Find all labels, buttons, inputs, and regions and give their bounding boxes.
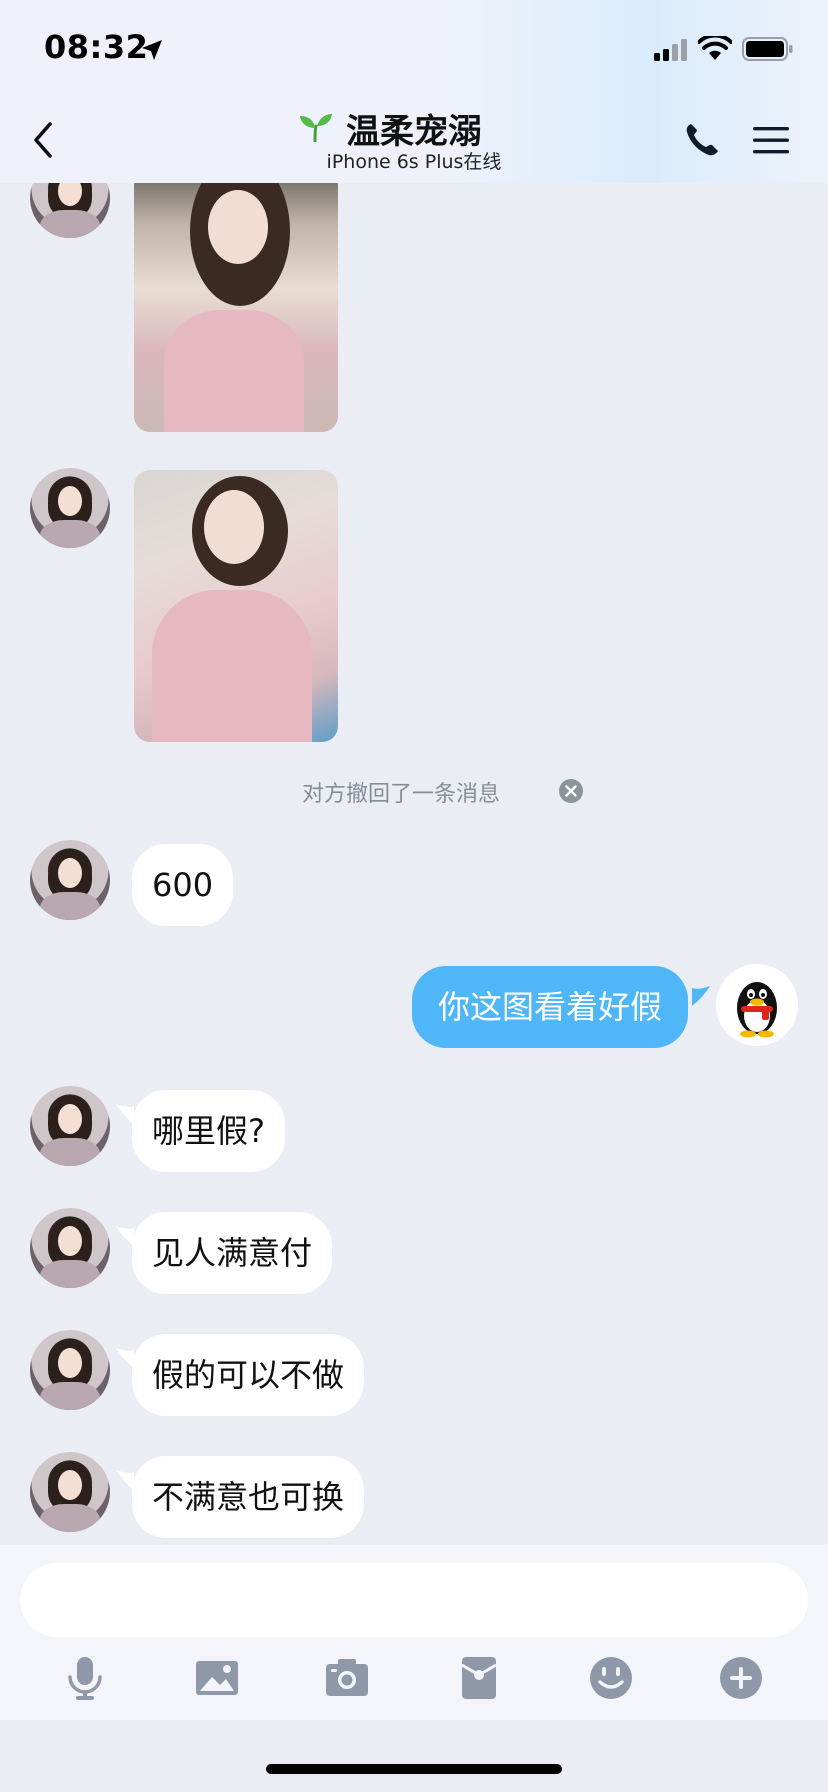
cellular-signal-icon <box>654 39 687 61</box>
contact-avatar[interactable] <box>30 840 110 920</box>
status-time: 08:32 <box>44 28 149 66</box>
my-avatar[interactable] <box>716 964 798 1046</box>
contact-avatar[interactable] <box>30 1208 110 1288</box>
emoji-icon[interactable] <box>588 1655 634 1701</box>
message-bubble[interactable]: 哪里假? <box>132 1090 285 1172</box>
location-arrow-icon <box>142 40 162 60</box>
chat-screen: 对方撤回了一条消息 600 你这图看着好假 哪里假? 见人满意付 假的可以不做 … <box>0 0 828 1792</box>
menu-icon[interactable] <box>752 124 790 156</box>
penguin-icon <box>737 982 777 1038</box>
recall-notice: 对方撤回了一条消息 <box>302 782 501 807</box>
bottom-safe-area <box>0 1720 828 1792</box>
contact-avatar[interactable] <box>30 468 110 548</box>
contact-avatar[interactable] <box>30 1330 110 1410</box>
close-icon[interactable] <box>558 778 584 804</box>
plus-icon[interactable] <box>718 1655 764 1701</box>
image-icon[interactable] <box>194 1655 240 1701</box>
contact-avatar[interactable] <box>30 1086 110 1166</box>
battery-icon <box>742 37 793 61</box>
composer <box>0 1545 828 1720</box>
header: 08:32 温柔宠溺 iPhone 6s Plus在线 <box>0 0 828 183</box>
message-bubble[interactable]: 假的可以不做 <box>132 1334 365 1416</box>
contact-avatar[interactable] <box>30 1452 110 1532</box>
message-bubble[interactable]: 不满意也可换 <box>132 1456 365 1538</box>
bubble-tail <box>692 986 710 1006</box>
sprout-icon <box>300 114 332 142</box>
my-message-bubble[interactable]: 你这图看着好假 <box>412 966 689 1048</box>
photo-message[interactable] <box>134 470 338 742</box>
phone-icon[interactable] <box>684 122 720 158</box>
message-bubble[interactable]: 600 <box>132 844 234 926</box>
message-bubble[interactable]: 见人满意付 <box>132 1212 333 1294</box>
message-input[interactable] <box>20 1563 808 1637</box>
red-packet-icon[interactable] <box>456 1655 502 1701</box>
home-indicator[interactable] <box>266 1764 562 1774</box>
camera-icon[interactable] <box>324 1655 370 1701</box>
photo-message[interactable] <box>134 170 338 432</box>
chat-title: 温柔宠溺 <box>346 112 482 152</box>
microphone-icon[interactable] <box>62 1655 108 1701</box>
wifi-icon <box>698 36 732 60</box>
